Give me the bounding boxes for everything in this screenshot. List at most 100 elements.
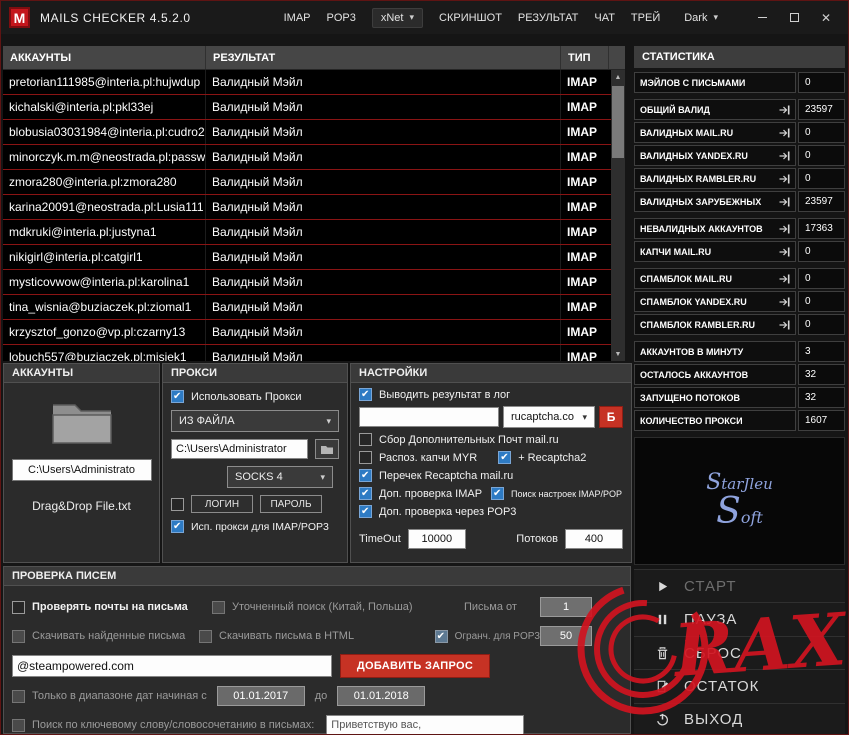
imap-check-checkbox[interactable]	[359, 487, 372, 500]
proxy-source-value: ИЗ ФАЙЛА	[179, 415, 235, 427]
accounts-panel-body: C:\Users\Administrato Drag&Drop File.txt	[4, 383, 159, 513]
recheck-recaptcha-checkbox[interactable]	[359, 469, 372, 482]
export-icon[interactable]	[779, 320, 790, 330]
captcha-key-input[interactable]	[359, 407, 499, 427]
download-found-label: Скачивать найденные письма	[32, 630, 186, 642]
export-icon[interactable]	[779, 197, 790, 207]
scrollbar-up-icon[interactable]: ▲	[611, 70, 625, 84]
stat-label: КАПЧИ MAIL.RU	[634, 241, 796, 262]
balance-button[interactable]: Б	[599, 406, 623, 428]
recognize-captcha-checkbox[interactable]	[359, 451, 372, 464]
start-button[interactable]: СТАРТ	[634, 569, 845, 603]
remainder-button[interactable]: ОСТАТОК	[634, 669, 845, 703]
timeout-input[interactable]	[407, 529, 466, 549]
mailcheck-panel: ПРОВЕРКА ПИСЕМ Проверять почты на письма…	[3, 566, 631, 734]
menu-pop3[interactable]: POP3	[327, 12, 356, 24]
menu-xnet-dropdown[interactable]: xNet ▾	[371, 7, 424, 28]
threads-input[interactable]	[565, 529, 623, 549]
captcha-service-dropdown[interactable]: rucaptcha.co ▾	[503, 406, 595, 428]
refined-search-checkbox[interactable]	[212, 600, 225, 614]
proxy-login-button[interactable]: ЛОГИН	[191, 495, 253, 513]
table-row[interactable]: nikigirl@interia.pl:catgirl1 Валидный Мэй…	[3, 245, 611, 270]
column-header-result[interactable]: РЕЗУЛЬТАТ	[206, 46, 561, 69]
result-cell: Валидный Мэйл	[206, 320, 561, 344]
keyword-input[interactable]	[326, 715, 525, 734]
table-row[interactable]: karina20091@neostrada.pl:Lusia111 Валидны…	[3, 195, 611, 220]
date-from-picker[interactable]: 01.01.2017	[216, 686, 305, 706]
use-proxy-checkbox[interactable]	[171, 390, 184, 403]
export-icon[interactable]	[779, 224, 790, 234]
pop3-limit-checkbox[interactable]	[434, 629, 448, 643]
keyword-search-checkbox[interactable]	[12, 718, 25, 732]
proxy-path-input[interactable]	[171, 439, 308, 459]
proxy-for-imap-pop3-checkbox[interactable]	[171, 520, 184, 533]
table-row[interactable]: lobuch557@buziaczek.pl:misiek1 Валидный М…	[3, 345, 611, 361]
table-row[interactable]: tina_wisnia@buziaczek.pl:ziomal1 Валидный…	[3, 295, 611, 320]
proxy-auth-checkbox[interactable]	[171, 497, 184, 511]
table-row[interactable]: blobusia03031984@interia.pl:cudro2 Валидн…	[3, 120, 611, 145]
accounts-path-button[interactable]: C:\Users\Administrato	[11, 459, 152, 481]
stat-row: ОБЩИЙ ВАЛИД 23597	[634, 99, 845, 120]
log-output-label: Выводить результат в лог	[379, 388, 511, 401]
letters-from-input[interactable]	[540, 597, 592, 617]
pop3-check-checkbox[interactable]	[359, 505, 372, 518]
menu-chat[interactable]: ЧАТ	[594, 12, 615, 24]
menu-screenshot[interactable]: СКРИНШОТ	[439, 12, 502, 24]
maximize-button[interactable]	[780, 6, 808, 30]
pop3-limit-input[interactable]	[540, 626, 592, 646]
table-scrollbar[interactable]: ▲ ▼	[611, 70, 625, 361]
proxy-type-dropdown[interactable]: SOCKS 4 ▾	[227, 466, 333, 488]
imap-settings-search-checkbox[interactable]	[491, 487, 505, 500]
export-icon[interactable]	[779, 297, 790, 307]
stat-label: АККАУНТОВ В МИНУТУ	[634, 341, 796, 362]
export-icon[interactable]	[779, 174, 790, 184]
stat-label: НЕВАЛИДНЫХ АККАУНТОВ	[634, 218, 796, 239]
proxy-source-dropdown[interactable]: ИЗ ФАЙЛА ▾	[171, 410, 339, 432]
type-cell: IMAP	[567, 100, 597, 114]
table-row[interactable]: krzysztof_gonzo@vp.pl:czarny13 Валидный М…	[3, 320, 611, 345]
pause-button[interactable]: ПАУЗА	[634, 602, 845, 636]
add-query-button[interactable]: ДОБАВИТЬ ЗАПРОС	[340, 654, 490, 678]
export-icon[interactable]	[779, 105, 790, 115]
table-row[interactable]: kichalski@interia.pl:pkl33ej Валидный Мэй…	[3, 95, 611, 120]
table-row[interactable]: pretorian111985@interia.pl:hujwdup Валидн…	[3, 70, 611, 95]
table-row[interactable]: mdkruki@interia.pl:justyna1 Валидный Мэйл…	[3, 220, 611, 245]
date-to-picker[interactable]: 01.01.2018	[337, 686, 426, 706]
menu-tray[interactable]: ТРЕЙ	[631, 12, 660, 24]
account-cell: minorczyk.m.m@neostrada.pl:passw	[3, 145, 206, 169]
letters-from-label: Письма от	[464, 601, 517, 613]
download-html-checkbox[interactable]	[199, 629, 212, 643]
check-mails-checkbox[interactable]	[12, 600, 25, 614]
table-row[interactable]: zmora280@interia.pl:zmora280 Валидный Мэй…	[3, 170, 611, 195]
table-row[interactable]: mysticovwow@interia.pl:karolina1 Валидный…	[3, 270, 611, 295]
proxy-password-button[interactable]: ПАРОЛЬ	[260, 495, 322, 513]
stat-row: ОСТАЛОСЬ АККАУНТОВ 32	[634, 364, 845, 385]
export-icon[interactable]	[779, 151, 790, 161]
collect-extra-mails-checkbox[interactable]	[359, 433, 372, 446]
close-button[interactable]: ✕	[812, 6, 840, 30]
export-icon[interactable]	[779, 274, 790, 284]
recaptcha2-checkbox[interactable]	[498, 451, 512, 464]
theme-dropdown[interactable]: Dark ▾	[676, 9, 726, 27]
search-query-input[interactable]	[12, 655, 332, 677]
exit-label: ВЫХОД	[684, 711, 744, 729]
menu-imap[interactable]: IMAP	[284, 12, 311, 24]
table-row[interactable]: minorczyk.m.m@neostrada.pl:passw Валидный…	[3, 145, 611, 170]
export-icon[interactable]	[779, 128, 790, 138]
stat-value: 0	[798, 72, 845, 93]
stat-value: 17363	[798, 218, 845, 239]
export-icon[interactable]	[779, 247, 790, 257]
menu-result[interactable]: РЕЗУЛЬТАТ	[518, 12, 578, 24]
download-found-checkbox[interactable]	[12, 629, 25, 643]
exit-button[interactable]: ВЫХОД	[634, 702, 845, 734]
date-range-checkbox[interactable]	[12, 689, 25, 703]
column-header-type[interactable]: ТИП	[561, 46, 609, 69]
log-output-checkbox[interactable]	[359, 388, 372, 401]
scrollbar-down-icon[interactable]: ▼	[611, 347, 625, 361]
minimize-button[interactable]	[748, 6, 776, 30]
scrollbar-thumb[interactable]	[612, 86, 624, 158]
browse-proxy-button[interactable]	[315, 439, 339, 459]
stat-label: ОСТАЛОСЬ АККАУНТОВ	[634, 364, 796, 385]
reset-button[interactable]: СБРОС	[634, 635, 845, 670]
column-header-accounts[interactable]: АККАУНТЫ	[3, 46, 206, 69]
